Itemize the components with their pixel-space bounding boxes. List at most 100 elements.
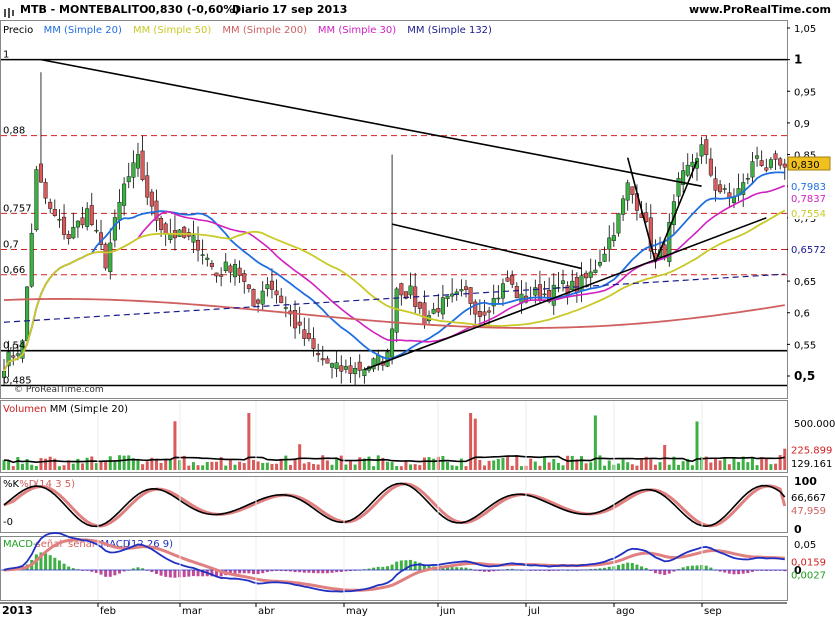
macd-hist-bar <box>57 560 61 570</box>
candle-down <box>48 201 53 209</box>
volume-bar <box>492 460 496 470</box>
stock-chart[interactable]: Precio MM (Simple 20) MM (Simple 50) MM (Si… <box>0 0 835 620</box>
candle-down <box>103 243 108 269</box>
volume-bar <box>446 461 450 470</box>
volume-bar <box>640 457 644 470</box>
volume-bar <box>399 466 403 470</box>
macd-hist-bar <box>118 570 121 574</box>
level-label: 0,7 <box>3 239 19 250</box>
macd-hist-bar <box>667 570 671 574</box>
candle-down <box>246 284 251 289</box>
macd-hist-bar <box>626 562 630 570</box>
watermark: © ProRealTime.com <box>14 385 104 395</box>
volume-bar <box>201 465 205 470</box>
volume-bar <box>118 455 121 470</box>
candle-down <box>487 310 492 313</box>
macd-hist-bar <box>653 570 657 574</box>
volume-bar <box>372 466 376 470</box>
volume-bar <box>20 463 24 470</box>
volume-bar <box>81 463 85 470</box>
volume-bar <box>598 455 602 470</box>
candle-up <box>191 235 196 243</box>
volume-bar <box>478 459 482 470</box>
legend-item[interactable]: MM (Simple 132) <box>407 25 492 36</box>
candle-down <box>237 267 242 276</box>
legend-item[interactable]: MM (Simple 50) <box>133 25 211 36</box>
month-label: may <box>346 606 368 617</box>
candle-down <box>584 272 589 279</box>
macd-hist-bar <box>376 566 380 570</box>
macd-hist-bar <box>99 570 103 575</box>
macd-hist-bar <box>681 567 685 570</box>
macd-hist-bar <box>154 570 158 574</box>
candle-down <box>159 217 164 230</box>
macd-hist-bar <box>302 570 306 573</box>
volume-bar <box>774 463 778 470</box>
candle-down <box>163 223 168 234</box>
candle-up <box>607 237 612 250</box>
candle-down <box>219 274 224 277</box>
macd-hist-bar <box>316 570 320 574</box>
candle-up <box>593 269 598 273</box>
legend-item[interactable]: MM (Simple 200) <box>222 25 307 36</box>
macd-value-label: 0,0159 <box>791 558 826 569</box>
macd-hist-bar <box>690 565 694 570</box>
legend-item[interactable]: MM (Simple 20) <box>44 25 122 36</box>
candle-down <box>713 178 718 191</box>
volume-bar <box>145 461 149 470</box>
volume-bar <box>570 455 574 470</box>
candle-down <box>464 286 469 290</box>
volume-bar <box>783 448 787 470</box>
candle-up <box>496 297 501 300</box>
candle-down <box>311 338 316 349</box>
level-label: 0,757 <box>3 203 32 214</box>
volume-bar <box>154 459 158 470</box>
volume-bar <box>330 464 334 470</box>
volume-bar <box>515 455 519 470</box>
volume-bar <box>335 458 339 470</box>
volume-bar <box>750 458 754 470</box>
volume-bar <box>196 465 200 470</box>
volume-bar <box>99 461 103 470</box>
candle-up <box>408 285 413 296</box>
volume-bar <box>677 464 681 470</box>
volume-bar <box>464 466 468 470</box>
volume-bar <box>422 457 426 470</box>
volume-bar <box>496 458 500 470</box>
candle-up <box>29 232 34 287</box>
candle-up <box>135 154 140 169</box>
macd-hist-bar <box>321 570 325 574</box>
macd-hist-bar <box>635 564 639 570</box>
volume-bar <box>543 456 547 470</box>
candle-up <box>283 307 288 309</box>
candle-down <box>718 184 723 193</box>
legend-item: (14 3 5) <box>35 479 75 490</box>
volume-bar <box>298 444 302 470</box>
volume-bar <box>302 463 306 470</box>
volume-value-label: 129.161 <box>791 459 832 470</box>
candle-up <box>265 284 270 290</box>
volume-bar <box>450 465 454 470</box>
macd-hist-bar <box>399 560 403 570</box>
volume-bar <box>404 460 408 470</box>
macd-hist-bar <box>737 570 741 575</box>
candle-up <box>685 164 690 176</box>
legend-item[interactable]: MM (Simple 30) <box>318 25 396 36</box>
volume-bar <box>690 465 694 470</box>
volume-bar <box>164 459 168 470</box>
candle-down <box>256 299 261 304</box>
candle-up <box>625 182 630 201</box>
price-value-label: 0,7837 <box>791 194 826 205</box>
volume-bar <box>764 457 768 470</box>
month-label: feb <box>100 606 116 617</box>
candle-down <box>348 365 353 374</box>
candle-up <box>394 288 399 333</box>
candle-down <box>214 272 219 277</box>
volume-bar <box>459 458 463 470</box>
legend-item[interactable]: Precio <box>3 25 33 36</box>
price-tick-label: 0,55 <box>794 340 816 351</box>
candle-up <box>343 366 348 370</box>
candle-up <box>260 290 265 305</box>
price-tick-label: 0,65 <box>794 277 816 288</box>
volume-bar <box>187 465 191 470</box>
